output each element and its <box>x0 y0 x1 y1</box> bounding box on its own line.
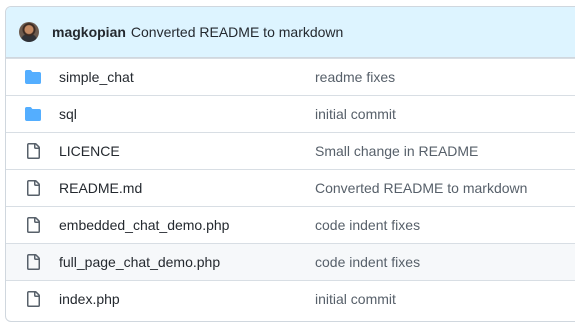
table-row[interactable]: simple_chat readme fixes <box>6 58 575 95</box>
file-name-link[interactable]: full_page_chat_demo.php <box>59 254 315 270</box>
latest-commit-header: magkopian Converted README to markdown <box>6 7 575 58</box>
file-name-link[interactable]: embedded_chat_demo.php <box>59 217 315 233</box>
table-row[interactable]: index.php initial commit <box>6 280 575 317</box>
file-icon <box>6 254 59 270</box>
commit-author-link[interactable]: magkopian <box>52 24 126 40</box>
file-icon <box>6 217 59 233</box>
avatar[interactable] <box>19 22 39 42</box>
commit-message-link[interactable]: readme fixes <box>315 69 395 85</box>
table-row[interactable]: embedded_chat_demo.php code indent fixes <box>6 206 575 243</box>
file-browser: magkopian Converted README to markdown s… <box>5 6 575 322</box>
file-name-link[interactable]: LICENCE <box>59 143 315 159</box>
file-name-link[interactable]: simple_chat <box>59 69 315 85</box>
table-row[interactable]: full_page_chat_demo.php code indent fixe… <box>6 243 575 280</box>
commit-message-link[interactable]: code indent fixes <box>315 254 420 270</box>
file-name-link[interactable]: README.md <box>59 180 315 196</box>
file-icon <box>6 143 59 159</box>
commit-message-link[interactable]: code indent fixes <box>315 217 420 233</box>
table-row[interactable]: README.md Converted README to markdown <box>6 169 575 206</box>
commit-message-link[interactable]: initial commit <box>315 106 396 122</box>
table-row[interactable]: sql initial commit <box>6 95 575 132</box>
commit-message-link[interactable]: Converted README to markdown <box>315 180 527 196</box>
file-icon <box>6 180 59 196</box>
commit-message-link[interactable]: Converted README to markdown <box>131 24 343 40</box>
folder-icon <box>6 106 59 122</box>
file-icon <box>6 291 59 307</box>
file-name-link[interactable]: sql <box>59 106 315 122</box>
commit-message-link[interactable]: initial commit <box>315 291 396 307</box>
folder-icon <box>6 69 59 85</box>
table-row[interactable]: LICENCE Small change in README <box>6 132 575 169</box>
commit-message-link[interactable]: Small change in README <box>315 143 478 159</box>
file-name-link[interactable]: index.php <box>59 291 315 307</box>
